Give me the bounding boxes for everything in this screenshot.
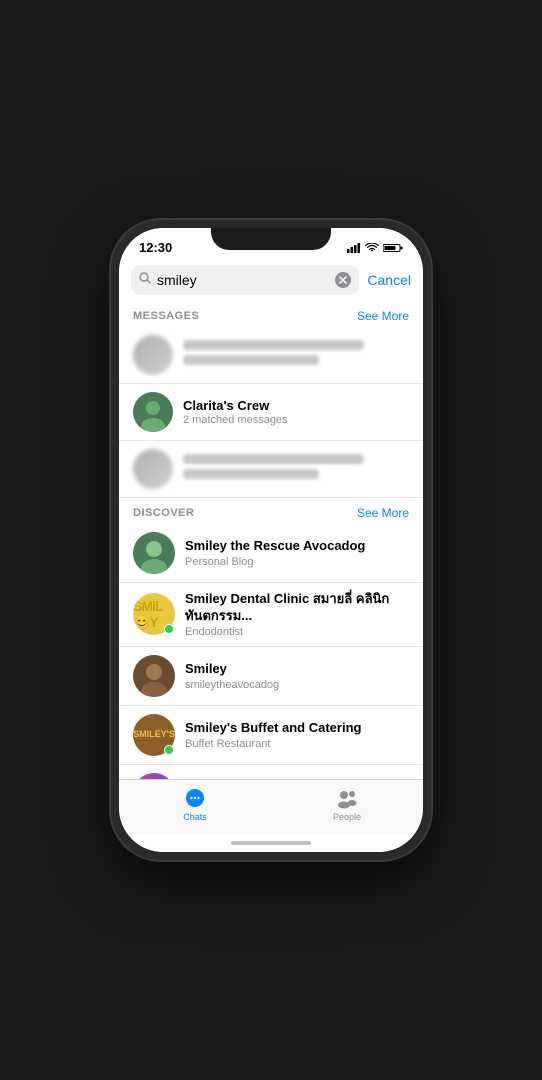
avatar: SMiL😊Y [133,593,175,635]
messages-see-more[interactable]: See More [357,309,409,323]
search-input-wrapper[interactable]: smiley [131,265,359,295]
discover-name: Smiley the Rescue Avocadog [185,538,409,555]
discover-info: Smiley Dental Clinic สมายลี่ คลินิกทันตก… [185,591,409,638]
list-item[interactable] [119,327,423,384]
discover-sub: smileytheavocadog [185,679,409,691]
discover-name: Smiley Dental Clinic สมายลี่ คลินิกทันตก… [185,591,409,625]
discover-name: Smiley's Buffet and Catering [185,720,409,737]
message-name: Clarita's Crew [183,398,409,413]
message-preview-claritas: Clarita's Crew 2 matched messages [183,398,409,426]
battery-icon [383,243,403,253]
chats-icon [183,786,207,810]
tab-people[interactable]: People [271,786,423,822]
phone-frame: 12:30 [111,220,431,860]
people-tab-label: People [333,812,361,822]
discover-info: Smiley the Rescue Avocadog Personal Blog [185,538,409,568]
search-icon [139,271,151,289]
home-bar [231,841,311,845]
avatar: 🐩 [133,773,175,779]
signal-icon [347,243,361,253]
list-item[interactable]: Clarita's Crew 2 matched messages [119,384,423,441]
list-item[interactable]: Smiley the Rescue Avocadog Personal Blog [119,524,423,583]
clear-search-button[interactable] [335,272,351,288]
list-item[interactable] [119,441,423,498]
discover-sub: Buffet Restaurant [185,738,409,750]
search-results: MESSAGES See More [119,301,423,779]
status-bar: 12:30 [119,228,423,259]
avatar [133,655,175,697]
online-indicator [164,745,174,755]
messages-section-title: MESSAGES [133,310,199,322]
tab-bar: Chats People [119,779,423,834]
chats-tab-label: Chats [183,812,207,822]
blurred-name [183,454,364,464]
avatar [133,532,175,574]
people-icon [335,786,359,810]
list-item[interactable]: SMiL😊Y Smiley Dental Clinic สมายลี่ คลิน… [119,583,423,647]
avatar [133,335,173,375]
phone-screen: 12:30 [119,228,423,852]
discover-section-header: DISCOVER See More [119,498,423,524]
discover-name: Smiley [185,661,409,678]
cancel-button[interactable]: Cancel [367,272,411,288]
blurred-sub [183,355,319,365]
blurred-sub [183,469,319,479]
avatar [133,392,173,432]
list-item[interactable]: SMILEY'S Smiley's Buffet and Catering Bu… [119,706,423,765]
message-sub: 2 matched messages [183,414,409,426]
message-preview [183,340,409,370]
status-icons [347,243,403,253]
search-query-text: smiley [157,272,329,288]
discover-info: Smiley smileytheavocadog [185,661,409,691]
discover-see-more[interactable]: See More [357,506,409,520]
home-indicator [119,834,423,852]
list-item[interactable]: 🐩 Smileys Color Product/Service [119,765,423,779]
avatar [133,449,173,489]
discover-info: Smiley's Buffet and Catering Buffet Rest… [185,720,409,750]
discover-sub: Endodontist [185,626,409,638]
wifi-icon [365,243,379,253]
search-bar-container: smiley Cancel [119,259,423,301]
discover-sub: Personal Blog [185,556,409,568]
list-item[interactable]: Smiley smileytheavocadog [119,647,423,706]
tab-chats[interactable]: Chats [119,786,271,822]
online-indicator [164,624,174,634]
messages-section-header: MESSAGES See More [119,301,423,327]
status-time: 12:30 [139,240,172,255]
discover-section-title: DISCOVER [133,507,194,519]
message-preview [183,454,409,484]
blurred-name [183,340,364,350]
avatar: SMILEY'S [133,714,175,756]
notch [211,228,331,250]
